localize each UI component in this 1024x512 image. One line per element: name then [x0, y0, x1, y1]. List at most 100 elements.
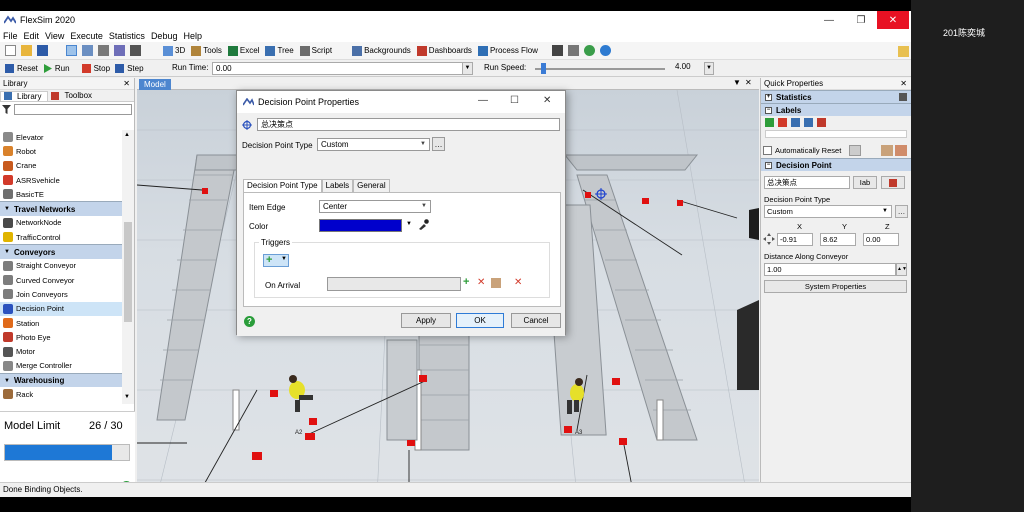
- toolbar-process-flow-button[interactable]: Process Flow: [477, 45, 538, 56]
- dialog-type-options-button[interactable]: …: [432, 137, 445, 151]
- toolbar-backgrounds-button[interactable]: Backgrounds: [352, 45, 411, 56]
- add-label-icon[interactable]: [765, 118, 774, 127]
- item-edge-select[interactable]: Center ▼: [319, 200, 431, 213]
- library-item[interactable]: Straight Conveyor: [0, 259, 122, 273]
- menu-file[interactable]: File: [0, 31, 21, 41]
- dialog-name-field[interactable]: 总决策点: [257, 118, 560, 131]
- run-time-field[interactable]: 0.00: [212, 62, 472, 75]
- position-z-field[interactable]: 0.00: [863, 233, 899, 246]
- open-folder-icon[interactable]: [21, 45, 32, 56]
- stop-button[interactable]: Stop: [81, 63, 110, 73]
- tab-toolbox[interactable]: Toolbox: [48, 91, 98, 100]
- system-properties-button[interactable]: System Properties: [764, 280, 907, 293]
- view-mode-icon[interactable]: [130, 45, 141, 56]
- library-item[interactable]: BasicTE: [0, 187, 122, 201]
- toolbar-tools-button[interactable]: Tools: [191, 45, 222, 56]
- ok-button[interactable]: OK: [456, 313, 504, 328]
- library-item[interactable]: Station: [0, 316, 122, 330]
- qp-type-select[interactable]: Custom ▼: [764, 205, 892, 218]
- library-category[interactable]: ▼ Warehousing: [0, 373, 122, 388]
- maximize-button[interactable]: ❐: [845, 11, 877, 29]
- cancel-button[interactable]: Cancel: [511, 313, 561, 328]
- distance-spinner[interactable]: ▲▼: [896, 263, 907, 276]
- select-mode-icon[interactable]: [66, 45, 77, 56]
- toolbar-tree-button[interactable]: Tree: [265, 45, 294, 56]
- scroll-up-icon[interactable]: ▲: [124, 132, 130, 138]
- move-down-icon[interactable]: [804, 118, 813, 127]
- dark-object-top[interactable]: [749, 208, 759, 240]
- toolbar-3d-button[interactable]: 3D: [163, 45, 185, 56]
- operator-a2[interactable]: [289, 375, 313, 412]
- run-time-dropdown[interactable]: ▼: [462, 62, 473, 75]
- menu-statistics[interactable]: Statistics: [106, 31, 148, 41]
- delete-trigger-icon[interactable]: ✕: [514, 277, 522, 288]
- labels-table[interactable]: [765, 130, 907, 138]
- help-icon[interactable]: [583, 45, 595, 56]
- dark-object[interactable]: [737, 300, 759, 390]
- label-options-icon[interactable]: [895, 145, 907, 156]
- run-speed-dropdown[interactable]: ▼: [704, 62, 714, 75]
- library-item[interactable]: Merge Controller: [0, 359, 122, 373]
- menu-edit[interactable]: Edit: [21, 31, 43, 41]
- position-x-field[interactable]: -0.91: [777, 233, 813, 246]
- window-icon[interactable]: [567, 45, 579, 56]
- object-name-field[interactable]: 总决策点: [764, 176, 850, 189]
- menu-help[interactable]: Help: [180, 31, 205, 41]
- add-trigger-button[interactable]: + ▼: [263, 254, 289, 267]
- reset-labels-icon[interactable]: [849, 145, 861, 156]
- run-speed-slider[interactable]: [541, 63, 546, 74]
- minimize-button[interactable]: —: [813, 11, 845, 29]
- toolbar-excel-button[interactable]: Excel: [227, 45, 259, 56]
- globe-icon[interactable]: [599, 45, 611, 56]
- library-scroll-thumb[interactable]: [124, 222, 132, 322]
- library-item[interactable]: Decision Point: [0, 301, 122, 316]
- on-arrival-field[interactable]: [327, 277, 461, 291]
- decision-point-section[interactable]: − Decision Point: [761, 158, 911, 171]
- statistics-section[interactable]: + Statistics: [761, 90, 911, 103]
- move-up-icon[interactable]: [791, 118, 800, 127]
- collapse-labels-icon[interactable]: −: [765, 106, 772, 114]
- eyedropper-icon[interactable]: [418, 219, 429, 230]
- step-button[interactable]: Step: [115, 63, 144, 73]
- close-quick-properties-icon[interactable]: ✕: [900, 78, 907, 90]
- pin-icon[interactable]: [899, 93, 907, 101]
- shape-mode-icon[interactable]: [114, 45, 125, 56]
- distance-field[interactable]: 1.00: [764, 263, 896, 276]
- tab-general[interactable]: General: [353, 179, 390, 192]
- apply-button[interactable]: Apply: [401, 313, 451, 328]
- position-y-field[interactable]: 8.62: [820, 233, 856, 246]
- save-icon[interactable]: [37, 45, 48, 56]
- clear-labels-icon[interactable]: [817, 118, 826, 127]
- run-button[interactable]: Run: [43, 63, 70, 73]
- toolbar-script-button[interactable]: Script: [299, 45, 332, 56]
- library-item[interactable]: Motor: [0, 344, 122, 358]
- library-scrollbar[interactable]: ▲ ▼: [122, 130, 134, 404]
- library-item[interactable]: Crane: [0, 159, 122, 173]
- collapse-decision-point-icon[interactable]: −: [765, 161, 772, 169]
- color-swatch[interactable]: [319, 219, 402, 232]
- media-icon[interactable]: [551, 45, 563, 56]
- dialog-close-button[interactable]: ✕: [543, 95, 551, 106]
- reset-button[interactable]: Reset: [5, 63, 38, 73]
- dialog-minimize-button[interactable]: —: [478, 95, 488, 106]
- edit-code-icon[interactable]: [491, 278, 501, 288]
- label-table-icon[interactable]: [881, 145, 893, 156]
- library-item[interactable]: TrafficControl: [0, 230, 122, 244]
- tab-decision-point-type[interactable]: Decision Point Type: [243, 179, 322, 192]
- menu-execute[interactable]: Execute: [67, 31, 106, 41]
- menu-view[interactable]: View: [42, 31, 67, 41]
- collapse-category-icon[interactable]: ▼: [4, 249, 10, 255]
- library-item[interactable]: Curved Conveyor: [0, 273, 122, 287]
- tab-list-icon[interactable]: ▼: [733, 78, 741, 87]
- library-item[interactable]: Join Conveyors: [0, 287, 122, 301]
- toolbar-dashboards-button[interactable]: Dashboards: [416, 45, 472, 56]
- rename-button[interactable]: Iab: [853, 176, 877, 189]
- library-item[interactable]: Robot: [0, 144, 122, 158]
- object-mode-icon[interactable]: [98, 45, 109, 56]
- tab-model[interactable]: Model: [139, 79, 171, 90]
- new-file-icon[interactable]: [5, 45, 16, 56]
- scroll-down-icon[interactable]: ▼: [124, 394, 130, 400]
- remove-trigger-icon[interactable]: ✕: [477, 277, 485, 288]
- dialog-type-select[interactable]: Custom ▼: [317, 138, 430, 151]
- library-category[interactable]: ▼ Conveyors: [0, 244, 122, 259]
